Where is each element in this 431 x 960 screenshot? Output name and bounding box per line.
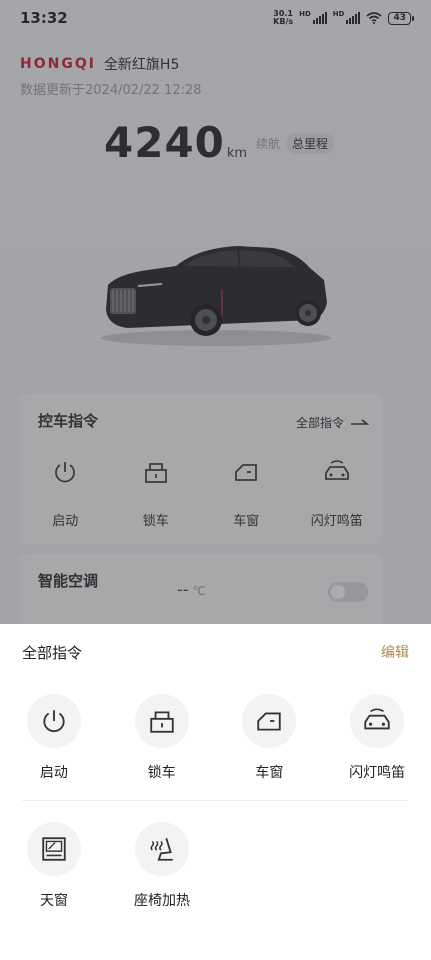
- power-icon: [26, 694, 81, 748]
- car-horn-icon: [350, 694, 405, 748]
- sheet-item-label: 座椅加热: [134, 893, 190, 909]
- sheet-item-flash-horn[interactable]: 闪灯鸣笛: [323, 694, 431, 782]
- sheet-row-2: 天窗 座椅加热: [0, 822, 431, 910]
- sheet-item-lock[interactable]: 锁车: [108, 694, 216, 782]
- sheet-item-label: 启动: [39, 765, 68, 781]
- sheet-item-seat-heat[interactable]: 座椅加热: [108, 822, 216, 910]
- all-commands-sheet: 全部指令 编辑 启动 锁车 车窗 闪灯鸣笛 天窗 座椅加热: [0, 624, 431, 960]
- sheet-item-label: 天窗: [40, 893, 68, 909]
- divider: [22, 800, 408, 801]
- sheet-item-label: 车窗: [255, 765, 284, 781]
- sheet-row-1: 启动 锁车 车窗 闪灯鸣笛: [0, 694, 431, 782]
- sheet-item-window[interactable]: 车窗: [216, 694, 324, 782]
- sheet-item-label: 锁车: [147, 765, 176, 781]
- sheet-item-sunroof[interactable]: 天窗: [0, 822, 108, 910]
- window-icon: [242, 694, 297, 748]
- sheet-item-start[interactable]: 启动: [0, 694, 108, 782]
- edit-button[interactable]: 编辑: [381, 642, 409, 662]
- sheet-title: 全部指令: [22, 644, 83, 662]
- sunroof-icon: [27, 822, 81, 876]
- lock-icon: [134, 694, 189, 748]
- sheet-item-label: 闪灯鸣笛: [349, 765, 406, 781]
- seat-heat-icon: [135, 822, 189, 876]
